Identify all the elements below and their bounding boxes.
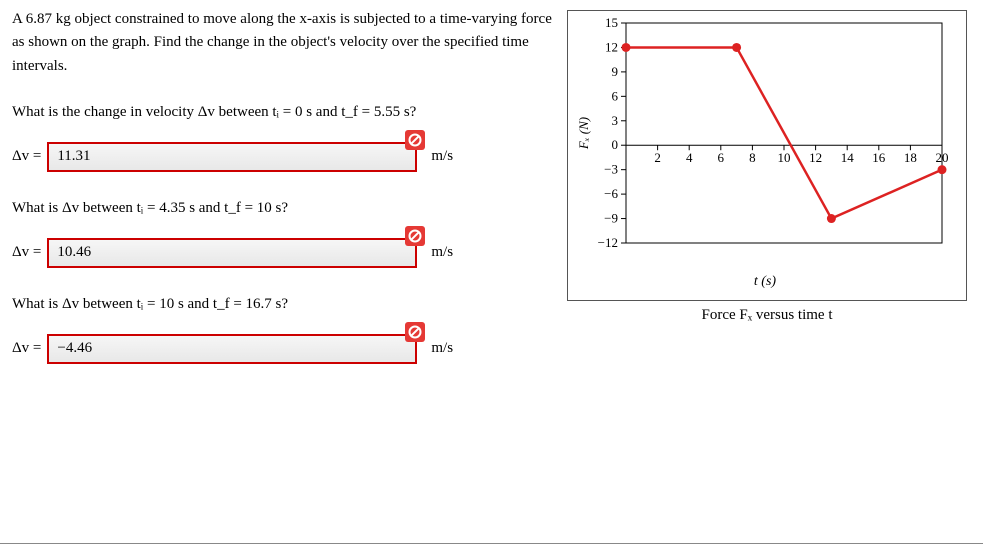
svg-text:−3: −3 [604, 162, 618, 177]
question-2: What is Δv between tᵢ = 4.35 s and t_f =… [12, 196, 557, 220]
svg-text:14: 14 [841, 150, 855, 165]
svg-text:2: 2 [654, 150, 661, 165]
question-3: What is Δv between tᵢ = 10 s and t_f = 1… [12, 292, 557, 316]
answer-input-3[interactable] [47, 334, 417, 364]
chart-title: Force Fₓ versus time t [567, 307, 967, 324]
question-1: What is the change in velocity Δv betwee… [12, 100, 557, 124]
svg-text:15: 15 [605, 15, 618, 30]
svg-text:6: 6 [718, 150, 725, 165]
svg-text:−12: −12 [598, 235, 618, 250]
answer-input-1[interactable] [47, 142, 417, 172]
svg-text:9: 9 [612, 64, 619, 79]
unit-1: m/s [431, 148, 453, 165]
answer-input-2[interactable] [47, 238, 417, 268]
svg-text:10: 10 [778, 150, 791, 165]
x-axis-label: t (s) [572, 274, 958, 290]
svg-text:12: 12 [809, 150, 822, 165]
svg-text:6: 6 [612, 88, 619, 103]
svg-text:8: 8 [749, 150, 756, 165]
svg-text:−9: −9 [604, 211, 618, 226]
svg-text:−6: −6 [604, 186, 618, 201]
dv-label-3: Δv = [12, 340, 41, 357]
force-chart: 2468101214161820−12−9−6−303691215Fₓ (N) … [567, 10, 967, 301]
svg-text:Fₓ (N): Fₓ (N) [576, 117, 591, 150]
error-icon [405, 322, 425, 342]
dv-label-2: Δv = [12, 244, 41, 261]
error-icon [405, 130, 425, 150]
svg-text:12: 12 [605, 39, 618, 54]
error-icon [405, 226, 425, 246]
svg-text:4: 4 [686, 150, 693, 165]
unit-2: m/s [431, 244, 453, 261]
dv-label-1: Δv = [12, 148, 41, 165]
problem-intro: A 6.87 kg object constrained to move alo… [12, 8, 557, 78]
unit-3: m/s [431, 340, 453, 357]
svg-text:0: 0 [612, 137, 619, 152]
svg-text:16: 16 [872, 150, 886, 165]
svg-text:18: 18 [904, 150, 917, 165]
svg-text:20: 20 [936, 150, 949, 165]
chart-svg: 2 4 6 8 10 12 14 16 18 20 −12 −9 −6 −3 0 3 6 9 12 15 Fₓ (N) [572, 15, 952, 265]
svg-text:3: 3 [612, 113, 619, 128]
